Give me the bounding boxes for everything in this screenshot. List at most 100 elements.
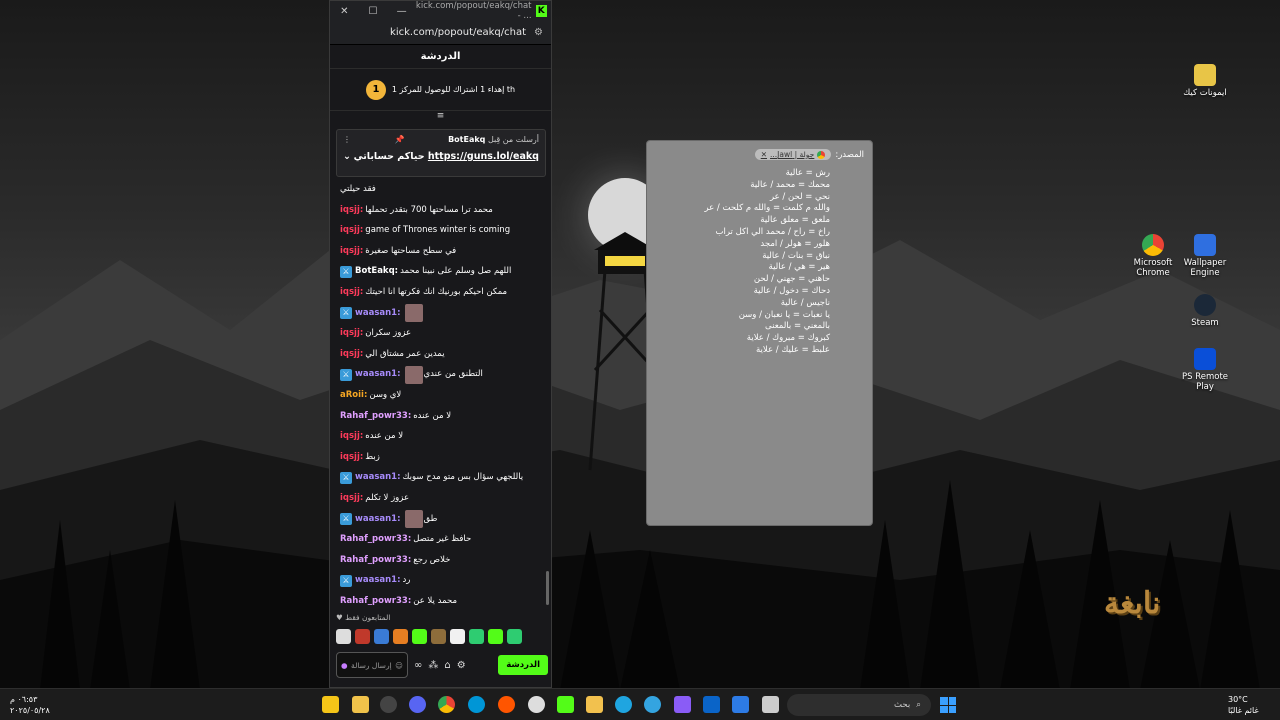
chat-filter-icon[interactable]: ≡ (330, 111, 551, 123)
chat-username[interactable]: Rahaf_powr33: (340, 529, 411, 550)
chat-username[interactable]: Rahaf_powr33: (340, 591, 411, 612)
emoji-icon[interactable]: ☺ (395, 661, 403, 670)
hp-icon[interactable] (468, 696, 485, 713)
kick-app-icon[interactable] (557, 696, 574, 713)
mic-icon[interactable]: ● (341, 661, 348, 670)
close-icon[interactable]: ✕ (330, 6, 359, 17)
chat-send-button[interactable]: الدردشة (498, 655, 548, 675)
clock[interactable]: ٠٦:٥٣ م ٢٠٢٥/٠٥/٢٨ (10, 694, 50, 716)
site-settings-icon[interactable]: ⚙ (534, 27, 543, 38)
chat-username[interactable]: BotEakq: (355, 261, 398, 282)
kick-logo-icon: K (535, 5, 547, 17)
chat-message: Rahaf_powr33: خلاص رجع (340, 550, 540, 571)
app-window-icon[interactable] (762, 696, 779, 713)
desktop-icon-ps-remote-play[interactable]: PS Remote Play (1177, 348, 1233, 393)
weather-widget[interactable]: 30°C غائم غالبًا (1228, 694, 1259, 716)
goal-text: إهداء 1 اشتراك للوصول للمركز 1 th (391, 85, 516, 94)
chat-username[interactable]: waasan1: (355, 570, 400, 591)
address-bar[interactable]: kick.com/popout/eakq/chat ⚙ (330, 21, 551, 45)
chat-message-text: رد (402, 575, 411, 586)
desktop-icon-steam[interactable]: Steam (1177, 294, 1233, 329)
note-source-chip[interactable]: جولة | Jawl... ✕ (754, 149, 832, 160)
note-line: هلور = هولر / امجد (760, 238, 830, 249)
search-icon: ⌕ (916, 700, 921, 710)
emote[interactable] (450, 629, 465, 644)
emote[interactable] (488, 629, 503, 644)
chat-username[interactable]: iqsjj: (340, 241, 363, 262)
title-bar: ✕ ☐ — kick.com/popout/eakq/chat - ... K (330, 1, 551, 21)
copilot-icon[interactable] (674, 696, 691, 713)
chat-message: فقد حيلتي (340, 179, 540, 200)
emote[interactable] (336, 629, 351, 644)
expand-chevron-icon[interactable]: ⌄ (343, 151, 351, 162)
chat-username[interactable]: iqsjj: (340, 344, 363, 365)
sub-goal-banner[interactable]: 1 إهداء 1 اشتراك للوصول للمركز 1 th (330, 69, 551, 111)
chat-message: aRoii: لاي وسن (340, 385, 540, 406)
edge-icon[interactable] (615, 696, 632, 713)
pinned-sent-label: أرسلت من قِبل (487, 135, 539, 144)
store-icon[interactable]: ⌂ (444, 660, 450, 671)
chat-message: ⚔ BotEakq: اللهم صل وسلم على نبينا محمد (340, 261, 540, 282)
chrome-icon[interactable] (438, 696, 455, 713)
maximize-icon[interactable]: ☐ (359, 6, 388, 17)
more-options-icon[interactable]: ⋮ (343, 135, 351, 144)
chat-message-text: فقد حيلتي (340, 184, 376, 194)
chat-username[interactable]: Rahaf_powr33: (340, 550, 411, 571)
desktop-icon-chrome[interactable]: Microsoft Chrome (1125, 234, 1181, 279)
note-line: دحاك = دخول / عالية (753, 285, 830, 296)
chat-emote-image (405, 365, 424, 384)
ps-remote-play-icon (1194, 348, 1216, 370)
share-icon[interactable]: ⁂ (428, 660, 438, 671)
note-line: هير = هي / عالية (768, 262, 830, 273)
chat-username[interactable]: iqsjj: (340, 200, 363, 221)
chat-scrollbar[interactable] (546, 571, 549, 605)
chat-username[interactable]: iqsjj: (340, 426, 363, 447)
pin-icon[interactable]: 📌 (395, 135, 405, 144)
emote[interactable] (431, 629, 446, 644)
note-line: علبط = عليك / علاية (756, 344, 830, 355)
outlook-icon[interactable] (703, 696, 720, 713)
moderator-badge-icon: ⚔ (340, 368, 352, 381)
chat-username[interactable]: aRoii: (340, 385, 367, 406)
chat-username[interactable]: iqsjj: (340, 488, 363, 509)
chat-username[interactable]: iqsjj: (340, 323, 363, 344)
close-icon[interactable]: ✕ (761, 150, 767, 159)
chat-username[interactable]: waasan1: (355, 509, 400, 530)
chat-username[interactable]: waasan1: (355, 303, 400, 324)
settings-gear-icon[interactable]: ⚙ (457, 660, 466, 671)
address-url: kick.com/popout/eakq/chat (390, 27, 527, 38)
chat-username[interactable]: waasan1: (355, 364, 400, 385)
soundcloud-icon[interactable] (498, 696, 515, 713)
settings-icon[interactable] (528, 696, 545, 713)
chat-username[interactable]: Rahaf_powr33: (340, 406, 411, 427)
emote[interactable] (412, 629, 427, 644)
minimize-icon[interactable]: — (387, 6, 416, 17)
pinned-link[interactable]: https://guns.lol/eakq (428, 151, 539, 162)
desktop-icon-wallpaper-engine[interactable]: Wallpaper Engine (1177, 234, 1233, 279)
chat-username[interactable]: iqsjj: (340, 282, 363, 303)
windows-start-icon[interactable] (940, 697, 956, 713)
chat-username[interactable]: iqsjj: (340, 447, 363, 468)
emote[interactable] (469, 629, 484, 644)
discord-icon[interactable] (409, 696, 426, 713)
note-line: ملعق = معلق عالية (760, 215, 830, 226)
browser-icon[interactable] (644, 696, 661, 713)
obs-icon[interactable] (380, 696, 397, 713)
chat-message: iqsjj: عزوز لا تكلم (340, 488, 540, 509)
chat-username[interactable]: waasan1: (355, 467, 400, 488)
warning-icon[interactable] (322, 696, 339, 713)
infinity-icon[interactable]: ∞ (414, 660, 422, 671)
chat-message-text: يمدين عمر مشتاق الي (365, 348, 445, 359)
emote[interactable] (355, 629, 370, 644)
desktop-icon-kick-emotes[interactable]: ايمونات كيك (1177, 64, 1233, 99)
store-app-icon[interactable] (732, 696, 749, 713)
emote[interactable] (393, 629, 408, 644)
notes-app-icon[interactable] (352, 696, 369, 713)
file-explorer-icon[interactable] (586, 696, 603, 713)
chat-username[interactable]: iqsjj: (340, 220, 363, 241)
taskbar-search[interactable]: بحث ⌕ (787, 694, 931, 716)
clock-date: ٢٠٢٥/٠٥/٢٨ (10, 706, 50, 715)
emote[interactable] (374, 629, 389, 644)
emote[interactable] (507, 629, 522, 644)
chat-input[interactable]: ● إرسال رسالة ☺ (336, 652, 408, 678)
